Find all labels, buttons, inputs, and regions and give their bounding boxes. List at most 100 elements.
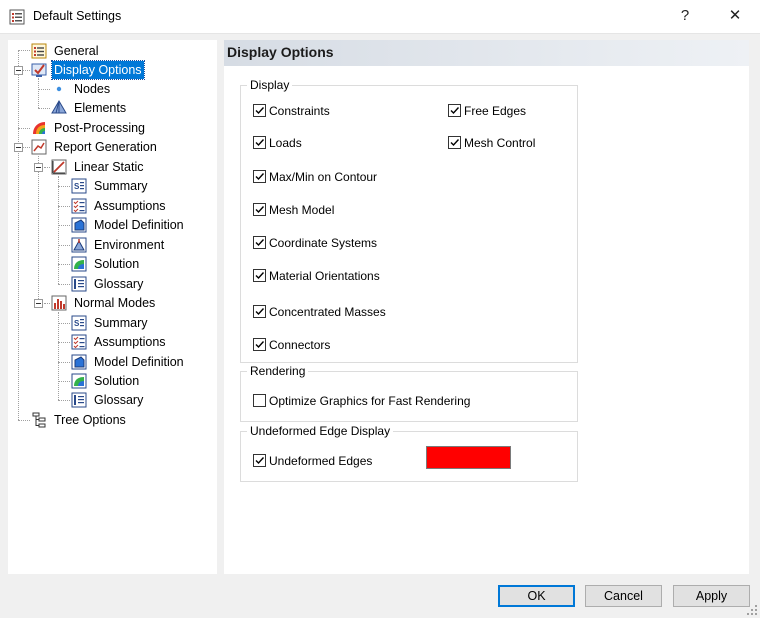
tree-label: Model Definition xyxy=(94,218,184,232)
display-options-icon xyxy=(31,63,47,77)
model-definition-icon xyxy=(71,354,87,370)
assumptions-icon xyxy=(71,198,87,214)
group-legend: Display xyxy=(247,78,293,92)
checkmark-icon xyxy=(255,206,265,214)
tree-label: General xyxy=(54,44,99,58)
checkbox-box xyxy=(448,104,461,117)
checkmark-icon xyxy=(450,107,460,115)
settings-tree: General Display Options Nodes Elements P… xyxy=(8,40,217,574)
checkbox-label: Free Edges xyxy=(464,104,527,118)
svg-text:S: S xyxy=(74,182,80,191)
close-button[interactable]: ✕ xyxy=(712,0,758,32)
tree-label: Normal Modes xyxy=(74,296,156,310)
checkbox-label: Mesh Model xyxy=(269,203,335,217)
checkmark-icon xyxy=(255,173,265,181)
checkbox-label: Mesh Control xyxy=(464,136,536,150)
checkbox-box xyxy=(253,338,266,351)
checkmark-icon xyxy=(255,341,265,349)
svg-text:S: S xyxy=(74,319,80,328)
glossary-icon xyxy=(71,392,87,408)
linear-static-chart-icon xyxy=(51,159,67,175)
options-panel: Display Options Display Constraints Load… xyxy=(224,40,749,574)
cancel-button[interactable]: Cancel xyxy=(585,585,662,607)
collapse-display-options[interactable] xyxy=(14,66,23,75)
checkbox-label: Undeformed Edges xyxy=(269,454,373,468)
collapse-linear-static[interactable] xyxy=(34,163,43,172)
group-legend: Rendering xyxy=(247,364,309,378)
general-settings-icon xyxy=(31,43,47,59)
node-dot-icon xyxy=(56,86,62,92)
summary-icon: S xyxy=(71,178,87,194)
settings-app-icon xyxy=(9,9,25,25)
checkmark-icon xyxy=(450,139,460,147)
tree-label: Summary xyxy=(94,316,148,330)
undeformed-edge-group: Undeformed Edge Display Undeformed Edges xyxy=(240,424,578,482)
solution-icon xyxy=(71,373,87,389)
assumptions-icon xyxy=(71,334,87,350)
resize-grip-icon[interactable] xyxy=(746,604,758,616)
tree-label: Model Definition xyxy=(94,355,184,369)
checkbox-box xyxy=(448,136,461,149)
apply-button[interactable]: Apply xyxy=(673,585,750,607)
model-definition-icon xyxy=(71,217,87,233)
checkbox-label: Max/Min on Contour xyxy=(269,170,378,184)
collapse-report-generation[interactable] xyxy=(14,143,23,152)
checkbox-label: Loads xyxy=(269,136,302,150)
checkbox-box xyxy=(253,236,266,249)
tree-label: Assumptions xyxy=(94,199,166,213)
tree-label: Tree Options xyxy=(54,413,126,427)
page-title: Display Options xyxy=(227,44,334,60)
checkbox-box xyxy=(253,136,266,149)
checkbox-label: Concentrated Masses xyxy=(269,305,386,319)
tree-label: Assumptions xyxy=(94,335,166,349)
checkbox-label: Connectors xyxy=(269,338,331,352)
section-header: Display Options xyxy=(224,40,749,66)
window-title: Default Settings xyxy=(33,9,122,23)
checkbox-box xyxy=(253,170,266,183)
environment-icon xyxy=(71,237,87,253)
collapse-normal-modes[interactable] xyxy=(34,299,43,308)
tree-label: Environment xyxy=(94,238,165,252)
tree-label: Summary xyxy=(94,179,148,193)
checkbox-label: Material Orientations xyxy=(269,269,380,283)
elements-icon xyxy=(51,100,67,114)
solution-icon xyxy=(71,256,87,272)
checkmark-icon xyxy=(255,107,265,115)
glossary-icon xyxy=(71,276,87,292)
checkmark-icon xyxy=(255,272,265,280)
checkmark-icon xyxy=(255,139,265,147)
normal-modes-chart-icon xyxy=(51,295,67,311)
display-group: Display Constraints Loads Max/Min on Con… xyxy=(240,78,578,363)
tree-label: Glossary xyxy=(94,277,144,291)
ok-button[interactable]: OK xyxy=(498,585,575,607)
rendering-group: Rendering Optimize Graphics for Fast Ren… xyxy=(240,364,578,422)
checkmark-icon xyxy=(255,239,265,247)
edge-color-swatch[interactable] xyxy=(426,446,511,469)
title-bar: Default Settings ? ✕ xyxy=(0,0,760,34)
checkmark-icon xyxy=(255,308,265,316)
checkbox-box xyxy=(253,203,266,216)
tree-label: Glossary xyxy=(94,393,144,407)
checkbox-box xyxy=(253,269,266,282)
checkbox-label: Optimize Graphics for Fast Rendering xyxy=(269,394,471,408)
tree-label: Post-Processing xyxy=(54,121,146,135)
tree-label: Solution xyxy=(94,257,140,271)
summary-icon: S xyxy=(71,315,87,331)
checkmark-icon xyxy=(255,457,265,465)
checkbox-label: Constraints xyxy=(269,104,330,118)
checkbox-label: Coordinate Systems xyxy=(269,236,378,250)
checkbox-box xyxy=(253,454,266,467)
help-button[interactable]: ? xyxy=(662,0,708,32)
report-generation-icon xyxy=(31,139,47,155)
tree-label: Elements xyxy=(74,101,127,115)
checkbox-box xyxy=(253,394,266,407)
tree-label: Solution xyxy=(94,374,140,388)
tree-label: Linear Static xyxy=(74,160,144,174)
group-legend: Undeformed Edge Display xyxy=(247,424,394,438)
tree-label: Display Options xyxy=(51,60,145,80)
checkbox-box xyxy=(253,104,266,117)
tree-label: Report Generation xyxy=(54,140,157,154)
tree-label: Nodes xyxy=(74,82,111,96)
post-processing-icon xyxy=(33,122,45,134)
checkbox-box xyxy=(253,305,266,318)
